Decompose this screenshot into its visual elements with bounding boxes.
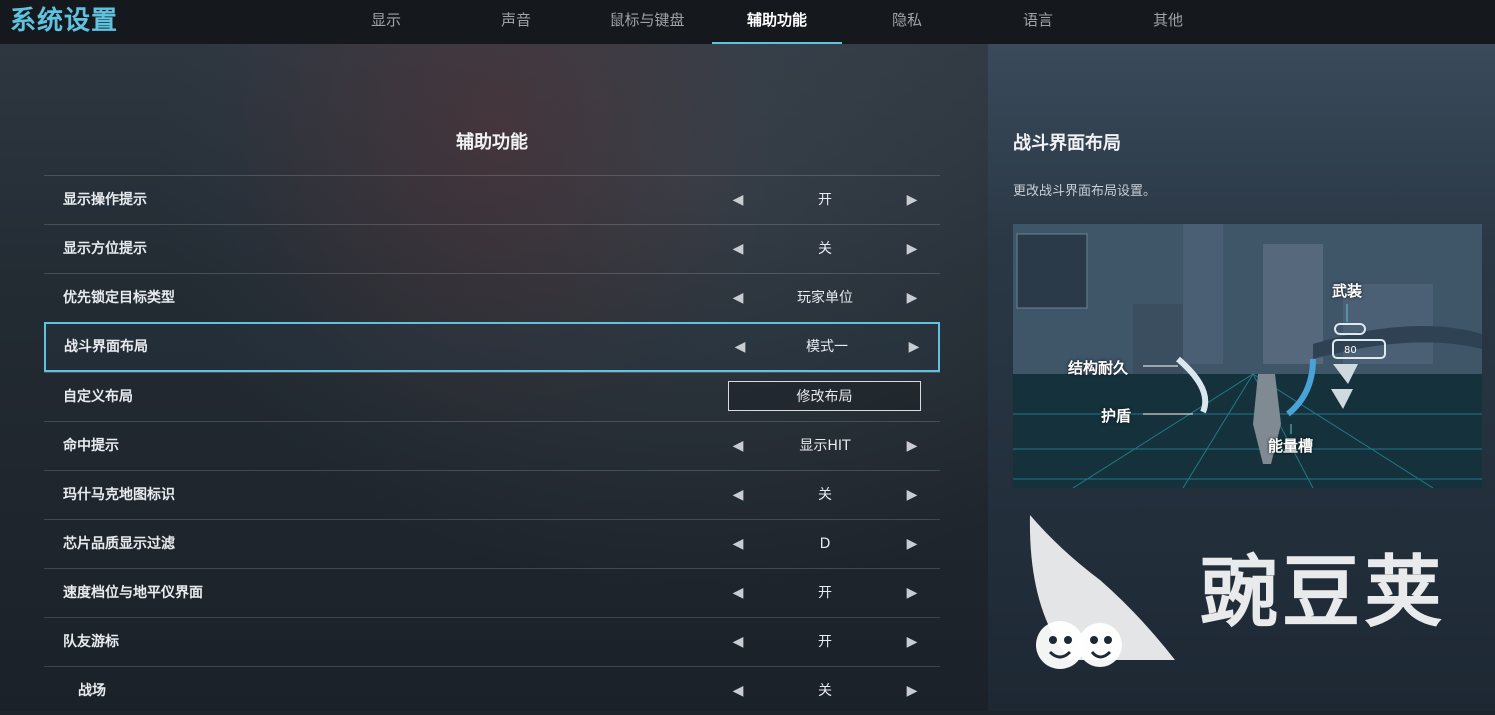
setting-label: 命中提示: [63, 438, 119, 454]
setting-value: 玩家单位: [797, 290, 853, 306]
arrow-right-icon[interactable]: ▶: [901, 569, 923, 617]
arrow-left-icon[interactable]: ◀: [727, 667, 749, 715]
setting-row-speed-horizon[interactable]: 速度档位与地平仪界面 ◀ 开 ▶: [44, 568, 940, 617]
modify-layout-button[interactable]: 修改布局: [728, 381, 921, 411]
section-title: 辅助功能: [456, 132, 528, 153]
arrow-right-icon[interactable]: ▶: [901, 618, 923, 666]
arrow-left-icon[interactable]: ◀: [727, 176, 749, 224]
tab-accessibility[interactable]: 辅助功能: [712, 0, 842, 44]
setting-value: 开: [818, 192, 832, 208]
tab-mouse-keyboard[interactable]: 鼠标与键盘: [582, 0, 712, 44]
setting-label: 芯片品质显示过滤: [63, 536, 175, 552]
setting-row-custom-layout: 自定义布局 修改布局: [44, 372, 940, 421]
arrow-left-icon[interactable]: ◀: [727, 569, 749, 617]
peapod-logo-icon: [1029, 515, 1175, 669]
watermark-text: 豌豆荚: [1200, 548, 1447, 638]
detail-title: 战斗界面布局: [1013, 133, 1121, 154]
arrow-right-icon[interactable]: ▶: [901, 520, 923, 568]
tab-privacy[interactable]: 隐私: [842, 0, 972, 44]
label-shield: 护盾: [1101, 407, 1132, 425]
tab-language[interactable]: 语言: [973, 0, 1103, 44]
tab-other[interactable]: 其他: [1103, 0, 1233, 44]
arrow-right-icon[interactable]: ▶: [901, 422, 923, 470]
ammo-count: 80: [1344, 345, 1357, 356]
watermark-logo: 豌豆荚: [1020, 510, 1460, 680]
setting-row-map-marker[interactable]: 玛什马克地图标识 ◀ 关 ▶: [44, 470, 940, 519]
setting-value: 开: [818, 634, 832, 650]
settings-list: 显示操作提示 ◀ 开 ▶ 显示方位提示 ◀ 关 ▶ 优先锁定目标类型 ◀ 玩家单…: [44, 175, 940, 715]
arrow-left-icon[interactable]: ◀: [727, 618, 749, 666]
setting-row-combat-layout[interactable]: 战斗界面布局 ◀ 模式一 ▶: [44, 322, 940, 372]
setting-label: 显示操作提示: [63, 192, 147, 208]
arrow-right-icon[interactable]: ▶: [903, 324, 925, 372]
arrow-left-icon[interactable]: ◀: [727, 471, 749, 519]
arrow-right-icon[interactable]: ▶: [901, 176, 923, 224]
layout-preview-image: 80 武装 结构耐久 护盾 能量槽: [1013, 224, 1482, 488]
setting-value: 关: [818, 487, 832, 503]
setting-value: 关: [818, 683, 832, 699]
arrow-right-icon[interactable]: ▶: [901, 667, 923, 715]
arrow-left-icon[interactable]: ◀: [729, 324, 751, 372]
setting-label: 自定义布局: [63, 389, 133, 405]
setting-value: 关: [818, 241, 832, 257]
setting-value: 显示HIT: [799, 438, 851, 454]
setting-row-battlefield[interactable]: 战场 ◀ 关 ▶: [44, 666, 940, 715]
arrow-left-icon[interactable]: ◀: [727, 225, 749, 273]
arrow-right-icon[interactable]: ▶: [901, 274, 923, 322]
setting-label: 速度档位与地平仪界面: [63, 585, 203, 601]
settings-panel: 辅助功能 显示操作提示 ◀ 开 ▶ 显示方位提示 ◀ 关 ▶ 优先锁定目标类型 …: [0, 44, 988, 711]
setting-value: 开: [818, 585, 832, 601]
detail-description: 更改战斗界面布局设置。: [1013, 184, 1157, 199]
arrow-left-icon[interactable]: ◀: [727, 274, 749, 322]
arrow-left-icon[interactable]: ◀: [727, 520, 749, 568]
tab-sound[interactable]: 声音: [451, 0, 581, 44]
setting-row-hit-indicator[interactable]: 命中提示 ◀ 显示HIT ▶: [44, 421, 940, 470]
setting-label: 队友游标: [63, 634, 119, 650]
label-structure: 结构耐久: [1068, 359, 1129, 377]
arrow-right-icon[interactable]: ▶: [901, 471, 923, 519]
arrow-left-icon[interactable]: ◀: [727, 422, 749, 470]
setting-row-teammate-cursor[interactable]: 队友游标 ◀ 开 ▶: [44, 617, 940, 666]
setting-label: 战场: [78, 683, 106, 699]
arrow-right-icon[interactable]: ▶: [901, 225, 923, 273]
setting-label: 显示方位提示: [63, 241, 147, 257]
tab-display[interactable]: 显示: [321, 0, 451, 44]
setting-value: 模式一: [806, 339, 848, 355]
preview-scene: 80: [1013, 224, 1482, 488]
label-energy: 能量槽: [1268, 437, 1314, 455]
setting-value: D: [819, 536, 831, 552]
setting-label: 玛什马克地图标识: [63, 487, 175, 503]
setting-row-show-operation-hints[interactable]: 显示操作提示 ◀ 开 ▶: [44, 175, 940, 224]
setting-row-lock-target-type[interactable]: 优先锁定目标类型 ◀ 玩家单位 ▶: [44, 273, 940, 322]
app-title: 系统设置: [10, 6, 119, 36]
setting-label: 优先锁定目标类型: [63, 290, 175, 306]
setting-row-chip-quality-filter[interactable]: 芯片品质显示过滤 ◀ D ▶: [44, 519, 940, 568]
label-armament: 武装: [1332, 282, 1363, 300]
setting-label: 战斗界面布局: [64, 339, 148, 355]
setting-row-show-direction-hints[interactable]: 显示方位提示 ◀ 关 ▶: [44, 224, 940, 273]
top-bar: 系统设置 显示 声音 鼠标与键盘 辅助功能 隐私 语言 其他: [0, 0, 1495, 44]
